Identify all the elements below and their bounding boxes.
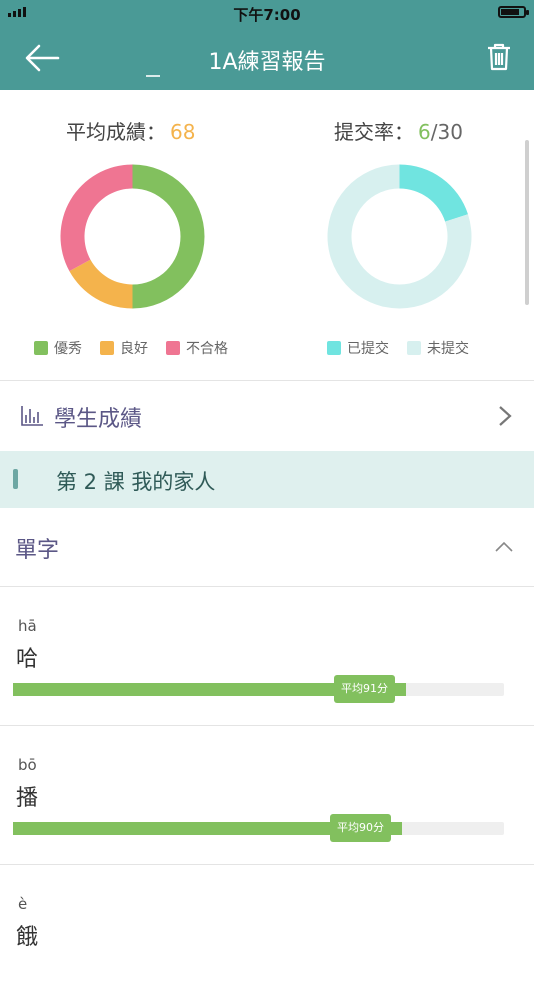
lesson-marker	[13, 469, 18, 489]
word-character: 哈	[16, 647, 39, 672]
page-title: 1A練習報告	[208, 50, 326, 75]
grade-legend-label: 不合格	[186, 341, 228, 357]
grade-legend-label: 優秀	[54, 341, 82, 357]
nav-bar: 1A練習報告	[0, 26, 534, 90]
chevron-up-icon[interactable]	[494, 541, 514, 553]
score-bar-track: 平均90分	[13, 814, 504, 842]
stats-panel: 平均成績： 68 提交率： 6/30 優秀 良好 不合格 已提交 未提交	[0, 90, 534, 380]
battery-icon	[498, 6, 529, 18]
grade-slice-1	[69, 259, 133, 309]
grade-legend-swatch	[100, 341, 114, 355]
title-underline	[146, 75, 160, 77]
vocabulary-label: 單字	[15, 538, 60, 563]
lesson-header: 第 2 課 我的家人	[0, 451, 534, 508]
grade-donut-chart	[60, 164, 205, 309]
grade-legend-swatch	[34, 341, 48, 355]
status-bar: 下午7:00	[0, 0, 534, 26]
grade-legend-swatch	[166, 341, 180, 355]
submission-slice-0	[399, 164, 468, 222]
average-score-value: 68	[170, 120, 196, 144]
average-score-badge: 平均91分	[334, 675, 395, 703]
grade-legend: 優秀 良好 不合格	[34, 338, 228, 358]
word-row[interactable]: è 餓	[0, 865, 534, 1003]
trash-icon[interactable]	[486, 42, 512, 72]
average-score: 平均成績： 68	[66, 116, 195, 145]
submission-legend-label: 已提交	[347, 341, 389, 357]
submission-donut-chart	[327, 164, 472, 309]
score-bar-track: 平均91分	[13, 675, 504, 703]
word-pinyin: è	[18, 895, 28, 913]
grade-legend-item: 優秀	[34, 338, 82, 358]
student-scores-row[interactable]: 學生成績	[0, 381, 534, 450]
submission-legend-label: 未提交	[427, 341, 469, 357]
word-row[interactable]: bō 播 平均90分	[0, 726, 534, 864]
submission-legend-item: 已提交	[327, 338, 389, 358]
submission-legend-swatch	[327, 341, 341, 355]
submission-rate: 提交率： 6/30	[334, 116, 463, 145]
lesson-title: 第 2 課 我的家人	[56, 470, 216, 494]
grade-legend-label: 良好	[120, 341, 148, 357]
word-character: 播	[16, 786, 39, 811]
word-character: 餓	[16, 925, 39, 950]
chevron-right-icon	[499, 406, 512, 426]
submission-rate-label: 提交率：	[334, 120, 414, 144]
submission-count: 6	[418, 120, 431, 144]
average-score-label: 平均成績：	[66, 120, 166, 144]
grade-slice-0	[132, 164, 205, 309]
bar-chart-icon	[21, 406, 43, 426]
grade-slice-2	[60, 164, 133, 272]
grade-legend-item: 良好	[100, 338, 148, 358]
word-pinyin: hā	[18, 617, 37, 635]
word-pinyin: bō	[18, 756, 37, 774]
submission-legend-item: 未提交	[407, 338, 469, 358]
grade-legend-item: 不合格	[166, 338, 228, 358]
status-time: 下午7:00	[233, 6, 301, 24]
student-scores-label: 學生成績	[54, 407, 143, 432]
submission-legend-swatch	[407, 341, 421, 355]
submission-legend: 已提交 未提交	[327, 338, 469, 358]
vocabulary-section-header[interactable]: 單字	[0, 508, 534, 586]
word-row[interactable]: hā 哈 平均91分	[0, 587, 534, 725]
submission-total: /30	[430, 120, 463, 144]
average-score-badge: 平均90分	[330, 814, 391, 842]
